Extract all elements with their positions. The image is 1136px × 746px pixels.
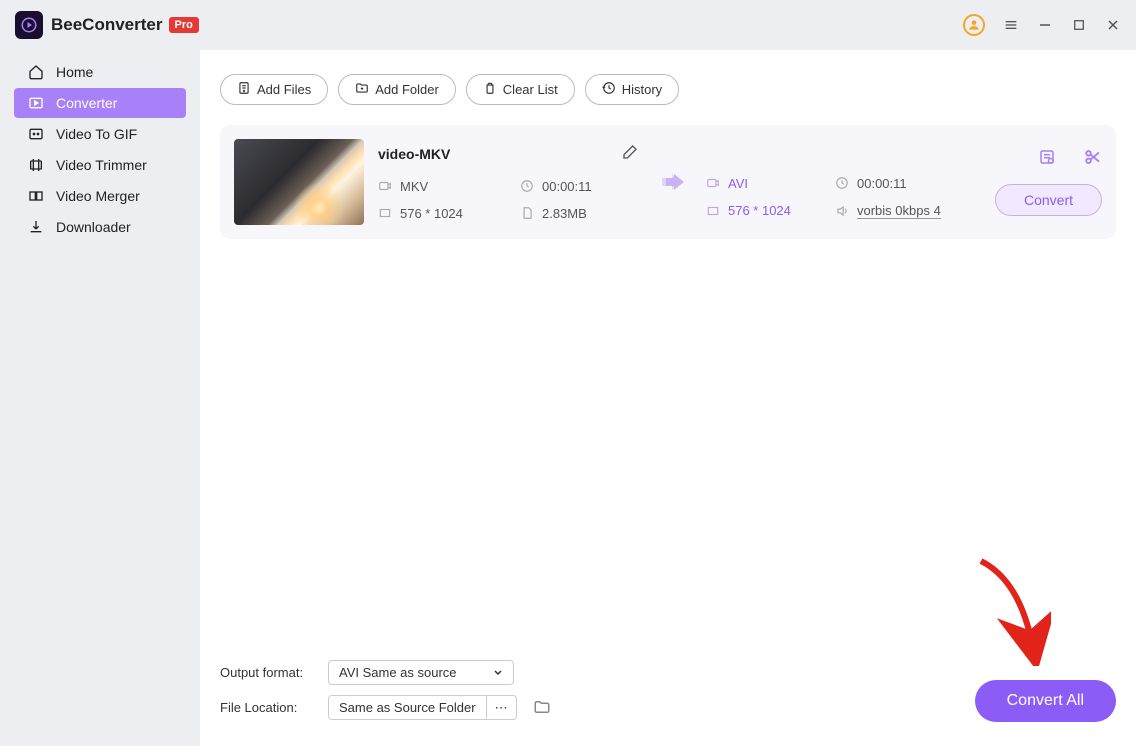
sidebar-item-label: Home — [56, 64, 93, 80]
app-name: BeeConverter — [51, 15, 163, 35]
main-panel: Add Files Add Folder Clear List History … — [200, 50, 1136, 746]
settings-list-icon[interactable] — [1038, 148, 1056, 166]
merger-icon — [28, 188, 44, 204]
card-actions: Convert — [995, 148, 1102, 216]
video-icon — [706, 176, 720, 190]
menu-icon[interactable] — [1003, 17, 1019, 33]
sidebar-item-label: Downloader — [56, 219, 131, 235]
add-files-icon — [237, 81, 251, 98]
clock-icon — [520, 179, 534, 193]
destination-format[interactable]: AVI — [706, 176, 817, 191]
chevron-down-icon — [493, 665, 503, 680]
audio-icon — [835, 204, 849, 218]
minimize-icon[interactable] — [1037, 17, 1053, 33]
pro-badge: Pro — [169, 17, 199, 33]
title-bar: BeeConverter Pro — [0, 0, 1136, 50]
converter-icon — [28, 95, 44, 111]
history-button[interactable]: History — [585, 74, 679, 105]
sidebar-item-downloader[interactable]: Downloader — [14, 212, 186, 242]
file-card: video-MKV MKV 00:00:11 576 * 1024 — [220, 125, 1116, 239]
profile-icon[interactable] — [963, 14, 985, 36]
convert-all-button[interactable]: Convert All — [975, 680, 1116, 722]
add-folder-button[interactable]: Add Folder — [338, 74, 456, 105]
sidebar-item-label: Video Merger — [56, 188, 140, 204]
sidebar-item-label: Video Trimmer — [56, 157, 147, 173]
toolbar: Add Files Add Folder Clear List History — [220, 74, 1116, 105]
download-icon — [28, 219, 44, 235]
video-thumbnail[interactable] — [234, 139, 364, 225]
clear-list-button[interactable]: Clear List — [466, 74, 575, 105]
destination-audio: vorbis 0kbps 4 — [835, 203, 946, 219]
gif-icon — [28, 126, 44, 142]
convert-button[interactable]: Convert — [995, 184, 1102, 216]
source-info: video-MKV MKV 00:00:11 576 * 1024 — [378, 144, 638, 221]
destination-duration: 00:00:11 — [835, 176, 946, 191]
file-icon — [520, 206, 534, 220]
sidebar-item-video-to-gif[interactable]: Video To GIF — [14, 119, 186, 149]
sidebar-item-video-trimmer[interactable]: Video Trimmer — [14, 150, 186, 180]
maximize-icon[interactable] — [1071, 17, 1087, 33]
dimensions-icon — [706, 204, 720, 218]
trash-icon — [483, 81, 497, 98]
browse-folder-icon[interactable] — [533, 698, 553, 718]
history-icon — [602, 81, 616, 98]
home-icon — [28, 64, 44, 80]
output-format-label: Output format: — [220, 665, 312, 680]
destination-dimensions[interactable]: 576 * 1024 — [706, 203, 817, 219]
source-size: 2.83MB — [520, 206, 638, 221]
trimmer-icon — [28, 157, 44, 173]
source-format: MKV — [378, 179, 496, 194]
sidebar: Home Converter Video To GIF Video Trimme… — [0, 50, 200, 746]
close-icon[interactable] — [1105, 17, 1121, 33]
source-duration: 00:00:11 — [520, 179, 638, 194]
clock-icon — [835, 176, 849, 190]
destination-info: AVI 00:00:11 576 * 1024 vorbis 0kbps 4 — [706, 146, 946, 219]
sidebar-item-label: Converter — [56, 95, 117, 111]
output-format-select[interactable]: AVI Same as source — [328, 660, 514, 685]
source-dimensions: 576 * 1024 — [378, 206, 496, 221]
sidebar-item-home[interactable]: Home — [14, 57, 186, 87]
video-icon — [378, 179, 392, 193]
sidebar-item-label: Video To GIF — [56, 126, 137, 142]
file-location-label: File Location: — [220, 700, 312, 715]
sidebar-item-converter[interactable]: Converter — [14, 88, 186, 118]
bottom-bar: Output format: AVI Same as source File L… — [220, 660, 1116, 730]
add-files-button[interactable]: Add Files — [220, 74, 328, 105]
file-location-input[interactable]: Same as Source Folder — [329, 696, 486, 719]
file-title: video-MKV — [378, 146, 450, 162]
scissors-icon[interactable] — [1084, 148, 1102, 166]
arrow-icon — [652, 172, 692, 192]
more-options-icon[interactable]: ⋯ — [486, 696, 516, 719]
dimensions-icon — [378, 206, 392, 220]
sidebar-item-video-merger[interactable]: Video Merger — [14, 181, 186, 211]
add-folder-icon — [355, 81, 369, 98]
app-logo — [15, 11, 43, 39]
edit-icon[interactable] — [622, 144, 638, 165]
